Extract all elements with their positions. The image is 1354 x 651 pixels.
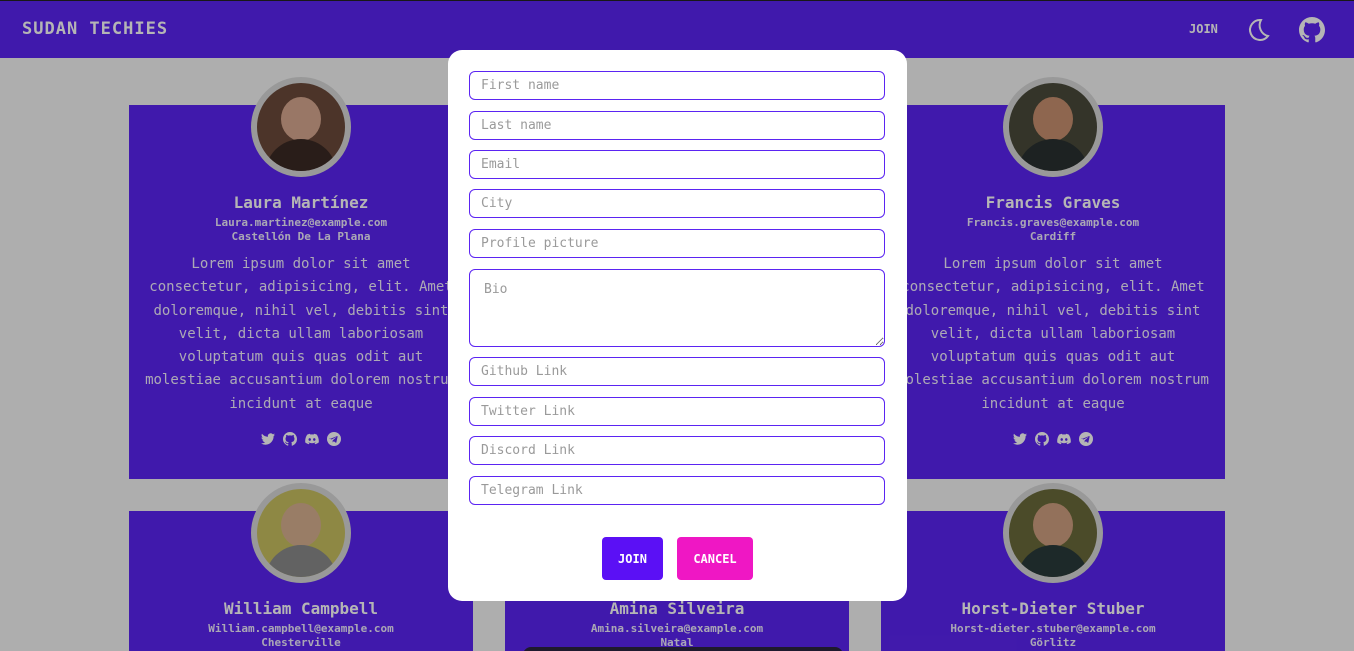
page: SUDAN TECHIES JOIN Laura Martínez Laura.… [0,0,1354,651]
join-modal: JOIN CANCEL [448,50,907,601]
first-name-field[interactable] [469,71,885,100]
join-button[interactable]: JOIN [602,537,663,580]
twitter-link-field[interactable] [469,397,885,426]
telegram-link-field[interactable] [469,476,885,505]
last-name-field[interactable] [469,111,885,140]
discord-link-field[interactable] [469,436,885,465]
github-link-field[interactable] [469,357,885,386]
email-field[interactable] [469,150,885,179]
bio-field[interactable] [469,269,885,347]
city-field[interactable] [469,189,885,218]
cancel-button[interactable]: CANCEL [677,537,753,580]
profile-picture-field[interactable] [469,229,885,258]
